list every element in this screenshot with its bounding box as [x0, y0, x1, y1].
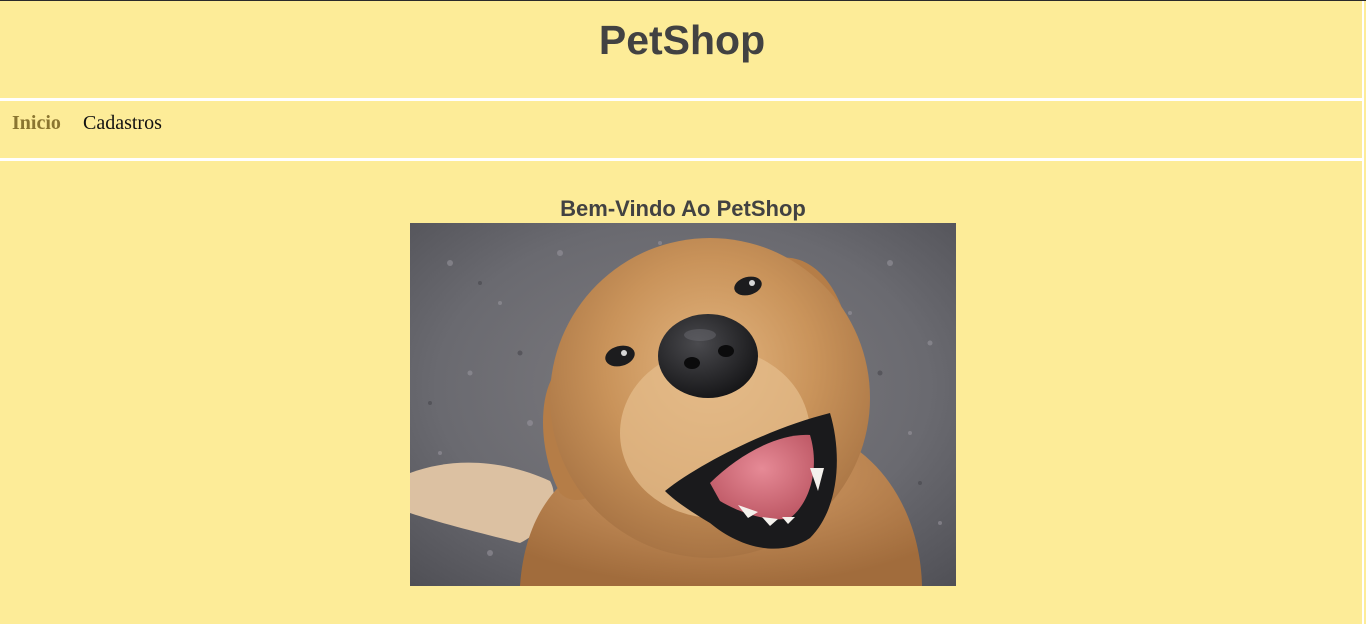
nav-link-cadastros[interactable]: Cadastros	[83, 112, 162, 134]
welcome-heading: Bem-Vindo Ao PetShop	[560, 196, 806, 221]
site-title: PetShop	[598, 17, 766, 63]
nav-link-inicio[interactable]: Inicio	[12, 112, 61, 134]
main-nav: Inicio Cadastros	[0, 101, 1364, 161]
site-header: PetShop	[0, 1, 1364, 101]
dog-photo	[410, 223, 956, 586]
